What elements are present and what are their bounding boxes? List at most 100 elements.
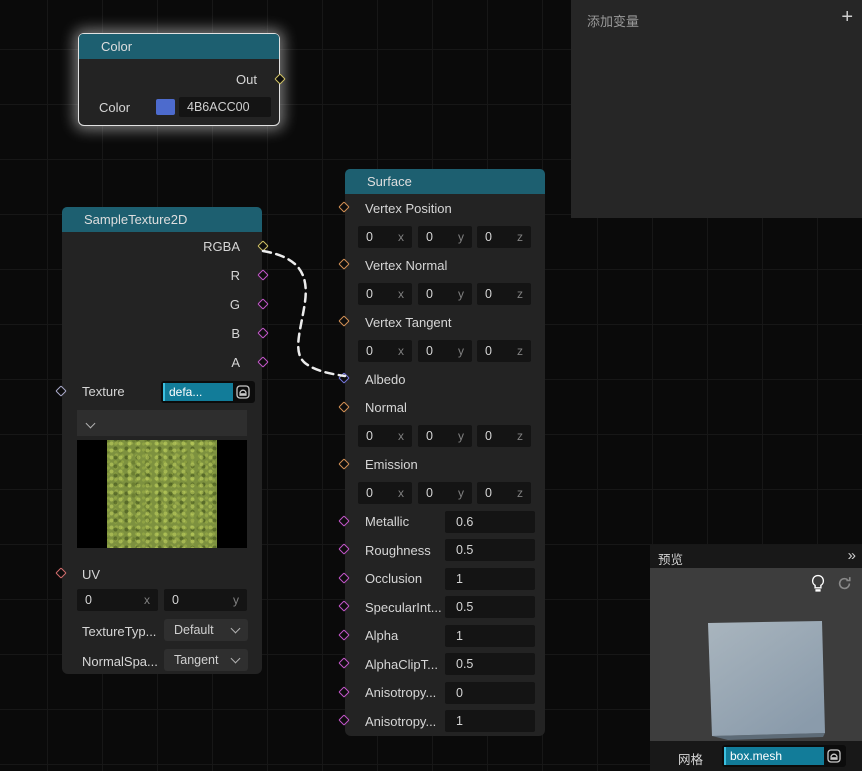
node-color-title[interactable]: Color <box>79 34 279 59</box>
node-sampletexture2d[interactable]: SampleTexture2D RGBA R G B A Texture defa... <box>55 207 269 674</box>
surface-vector-fields: 0x0y0z <box>345 337 545 366</box>
node-sampletexture2d-title[interactable]: SampleTexture2D <box>62 207 262 232</box>
input-port[interactable] <box>338 686 350 698</box>
surface-row-alpha: Alpha 1 <box>338 622 545 651</box>
preview-viewport[interactable] <box>650 568 862 741</box>
output-label: B <box>231 326 240 341</box>
value-field[interactable]: 0.5 <box>445 653 535 675</box>
vector-z-field[interactable]: 0z <box>477 482 531 504</box>
add-variable-button[interactable]: + <box>841 6 853 29</box>
vector-x-field[interactable]: 0x <box>358 425 412 447</box>
vector-y-field[interactable]: 0y <box>418 339 472 362</box>
surface-row-anisotropy: Anisotropy... 0 <box>338 679 545 708</box>
input-port[interactable] <box>338 201 350 213</box>
surface-row-albedo: Albedo <box>338 365 545 394</box>
input-port[interactable] <box>338 401 350 413</box>
refresh-icon[interactable] <box>837 576 852 596</box>
input-port[interactable] <box>338 258 350 270</box>
uv-x-suffix: x <box>144 593 150 607</box>
vector-suffix: x <box>398 343 404 358</box>
a-port[interactable] <box>257 355 269 368</box>
value-field[interactable]: 0 <box>445 681 535 704</box>
uv-y-field[interactable]: 0 y <box>164 589 247 611</box>
texture-asset-field[interactable]: defa... <box>161 380 255 403</box>
surface-vector-fields: 0x 0y0z <box>345 479 545 508</box>
input-port[interactable] <box>338 572 350 584</box>
vector-y-field[interactable]: 0y <box>418 425 472 447</box>
vector-y-field[interactable]: 0y <box>418 482 472 504</box>
collapse-panel-icon[interactable]: » <box>848 547 856 564</box>
value-field[interactable]: 0.6 <box>445 510 535 533</box>
surface-row-specularint: SpecularInt... 0.5 <box>338 593 545 622</box>
color-hex-field[interactable]: 4B6ACC00 <box>179 97 271 117</box>
input-port[interactable] <box>338 315 350 327</box>
input-port[interactable] <box>338 458 350 470</box>
color-input-label: Color <box>99 99 131 115</box>
normalspace-dropdown[interactable]: Tangent <box>164 649 248 671</box>
vector-suffix: y <box>458 429 464 443</box>
surface-row-emission: Emission <box>338 451 545 480</box>
node-color[interactable]: Color Out Color 4B6ACC00 <box>78 33 286 126</box>
g-port[interactable] <box>257 297 269 310</box>
input-label: Roughness <box>365 542 431 558</box>
vector-value: 0 <box>366 429 373 443</box>
input-port[interactable] <box>338 714 350 726</box>
texture-preview-collapse[interactable] <box>77 410 247 436</box>
uv-port[interactable] <box>55 567 67 579</box>
lightbulb-icon[interactable] <box>810 574 826 598</box>
value-field[interactable]: 0.5 <box>445 539 535 561</box>
preview-panel: 预览 » 网格 box.mesh <box>650 545 862 771</box>
value-field[interactable]: 0.5 <box>445 596 535 618</box>
vector-x-field[interactable]: 0x <box>358 282 412 305</box>
input-port[interactable] <box>338 543 350 555</box>
vector-z-field[interactable]: 0z <box>477 425 531 447</box>
output-row-r: R <box>62 261 269 290</box>
asset-slot-icon[interactable] <box>233 383 253 401</box>
input-port[interactable] <box>338 372 350 384</box>
asset-slot-icon[interactable] <box>824 747 844 765</box>
vector-suffix: z <box>517 429 523 443</box>
b-port[interactable] <box>257 326 269 339</box>
vector-y-field[interactable]: 0y <box>418 225 472 248</box>
chevron-down-icon <box>85 418 96 428</box>
r-port[interactable] <box>257 268 269 281</box>
output-label: RGBA <box>203 239 240 254</box>
value-field[interactable]: 1 <box>445 624 535 647</box>
sampletexture-outputs: RGBA R G B A <box>62 232 269 377</box>
vector-x-field[interactable]: 0x <box>358 225 412 248</box>
input-label: Vertex Position <box>365 200 452 216</box>
normalspace-label: NormalSpa... <box>82 653 158 669</box>
vector-value: 0 <box>366 343 373 358</box>
shader-graph-canvas[interactable]: Color Out Color 4B6ACC00 SampleTexture2D… <box>0 0 862 771</box>
uv-label: UV <box>82 566 101 582</box>
node-surface-title[interactable]: Surface <box>345 169 545 194</box>
input-label: SpecularInt... <box>365 599 442 615</box>
uv-y-suffix: y <box>233 593 239 607</box>
input-label: Metallic <box>365 514 410 530</box>
input-port[interactable] <box>338 515 350 527</box>
vector-z-field[interactable]: 0z <box>477 339 531 362</box>
mesh-asset-field[interactable]: box.mesh <box>722 745 846 767</box>
surface-row-metallic: Metallic 0.6 <box>338 508 545 537</box>
input-port[interactable] <box>338 600 350 612</box>
texture-port[interactable] <box>55 384 67 397</box>
vector-y-field[interactable]: 0y <box>418 282 472 305</box>
value-field[interactable]: 1 <box>445 710 535 732</box>
texturetype-dropdown[interactable]: Default <box>164 619 248 641</box>
vector-x-field[interactable]: 0x <box>358 482 412 504</box>
color-swatch[interactable] <box>156 99 175 115</box>
input-port[interactable] <box>338 629 350 641</box>
node-surface[interactable]: Surface Vertex Position 0 x 0 y 0 z Vertex Norm… <box>338 169 545 736</box>
add-variable-label: 添加变量 <box>587 14 640 29</box>
vector-suffix: y <box>458 229 464 244</box>
vector-x-field[interactable]: 0x <box>358 339 412 362</box>
texturetype-value: Default <box>174 623 214 637</box>
uv-x-field[interactable]: 0 x <box>77 589 158 611</box>
input-port[interactable] <box>338 657 350 669</box>
rgba-port[interactable] <box>257 239 269 252</box>
out-port[interactable] <box>274 72 286 85</box>
value-field[interactable]: 1 <box>445 567 535 590</box>
vector-z-field[interactable]: 0z <box>477 225 531 248</box>
mesh-asset-value: box.mesh <box>730 749 783 763</box>
vector-z-field[interactable]: 0z <box>477 282 531 305</box>
